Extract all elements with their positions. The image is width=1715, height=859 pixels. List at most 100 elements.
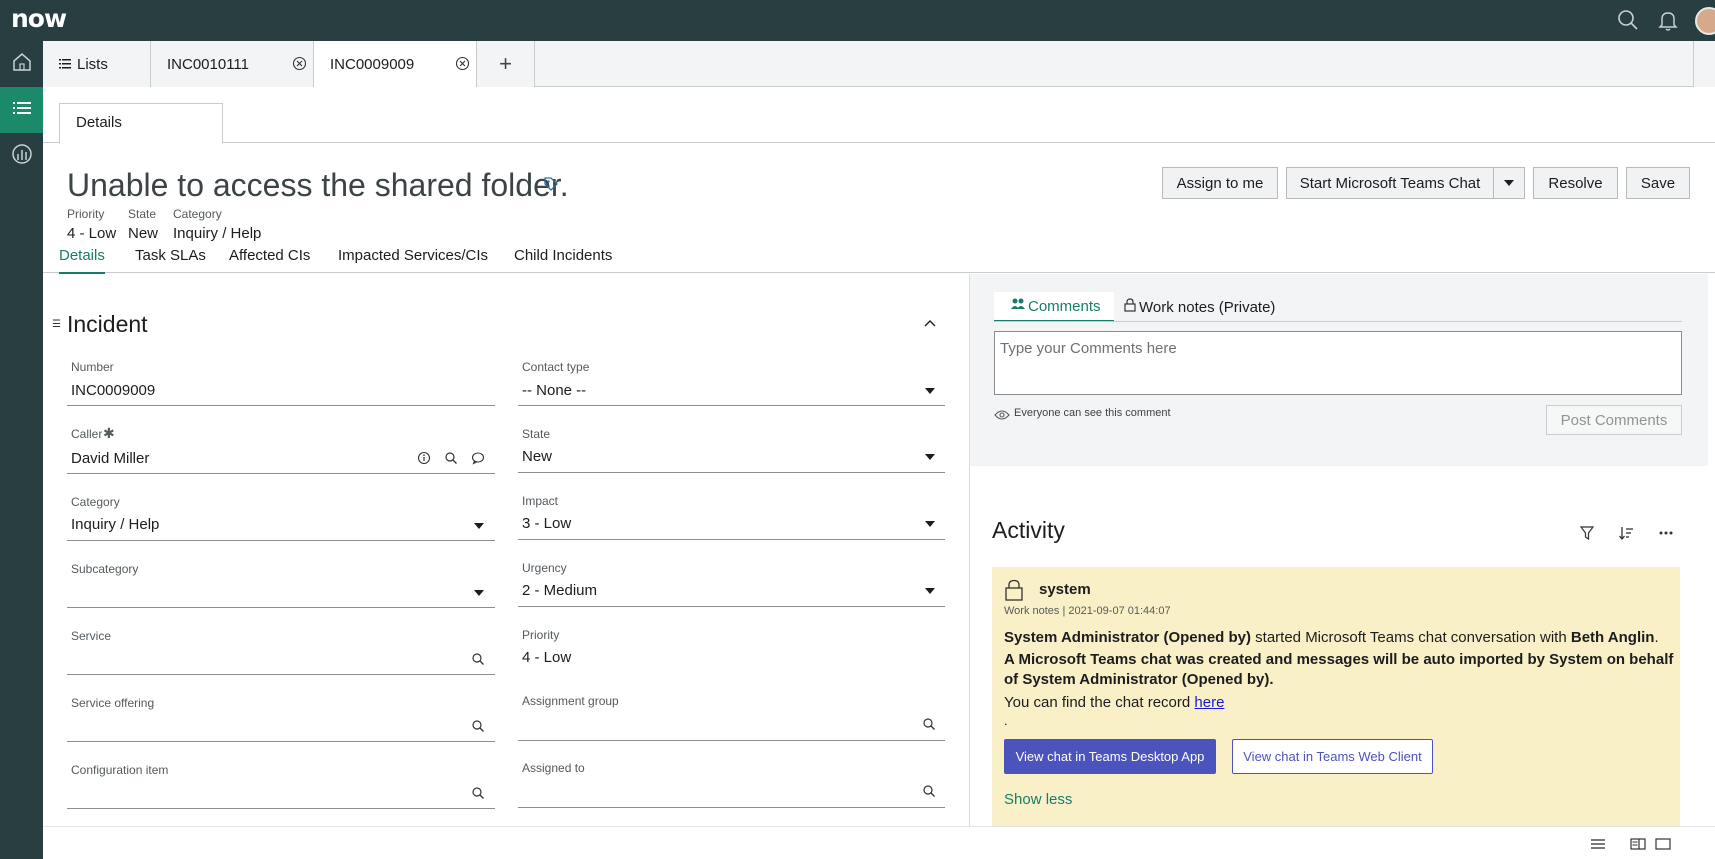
caret-down-icon[interactable] — [925, 588, 935, 594]
state-select[interactable]: New — [522, 448, 552, 465]
caret-down-icon[interactable] — [474, 523, 484, 529]
bell-icon[interactable] — [1656, 8, 1680, 32]
full-width-layout-icon[interactable] — [1655, 837, 1671, 855]
view-chat-web-button[interactable]: View chat in Teams Web Client — [1232, 739, 1433, 774]
search-icon[interactable] — [922, 717, 936, 731]
caret-down-icon[interactable] — [474, 590, 484, 596]
number-label: Number — [71, 360, 114, 374]
nav-lists[interactable] — [0, 87, 43, 133]
field-underline — [518, 405, 945, 406]
urgency-select[interactable]: 2 - Medium — [522, 582, 597, 599]
chat-bubble-icon[interactable] — [471, 451, 485, 465]
lock-icon — [1004, 579, 1024, 606]
save-button[interactable]: Save — [1626, 167, 1690, 199]
search-icon[interactable] — [1616, 8, 1640, 32]
tab-underline — [994, 321, 1682, 322]
servicenow-logo[interactable]: now — [11, 4, 67, 33]
form-tab-affected-cis[interactable]: Affected CIs — [229, 247, 310, 264]
form-tab-details[interactable]: Details — [59, 247, 105, 274]
tab-inc0010111[interactable]: INC0010111 — [151, 41, 314, 87]
post-comments-button[interactable]: Post Comments — [1546, 405, 1682, 435]
home-icon — [11, 51, 33, 78]
caret-down-icon[interactable] — [925, 521, 935, 527]
form-tab-task-slas[interactable]: Task SLAs — [135, 247, 206, 264]
chat-record-link[interactable]: here — [1194, 694, 1224, 711]
entry-type: Work notes | 2021-09-07 01:44:07 — [1004, 605, 1171, 617]
tab-details-page[interactable]: Details — [59, 103, 223, 144]
nav-home[interactable] — [0, 41, 43, 87]
service-label: Service — [71, 629, 112, 643]
more-options-icon[interactable] — [1658, 525, 1674, 546]
search-icon[interactable] — [444, 451, 458, 465]
analytics-icon — [11, 143, 33, 170]
meta-priority-label: Priority — [67, 207, 105, 221]
impact-select[interactable]: 3 - Low — [522, 515, 571, 532]
lock-icon — [1124, 298, 1136, 316]
caret-down-icon[interactable] — [925, 388, 935, 394]
tab-inc0009009[interactable]: INC0009009 — [314, 41, 477, 88]
field-underline — [67, 808, 495, 809]
caller-field[interactable]: David Miller — [71, 450, 149, 467]
filter-icon[interactable] — [1579, 525, 1595, 546]
close-tab-icon[interactable] — [292, 56, 307, 71]
form-tab-child-incidents[interactable]: Child Incidents — [514, 247, 612, 264]
top-header: now — [0, 0, 1715, 41]
priority-value: 4 - Low — [522, 649, 572, 666]
assign-to-me-button[interactable]: Assign to me — [1162, 167, 1278, 199]
meta-category-label: Category — [173, 207, 222, 221]
contact-type-label: Contact type — [522, 360, 590, 374]
user-avatar[interactable] — [1695, 7, 1715, 35]
entry-author: system — [1039, 581, 1091, 598]
teams-chat-dropdown-button[interactable] — [1493, 167, 1525, 199]
caret-down-icon[interactable] — [925, 454, 935, 460]
start-teams-chat-button[interactable]: Start Microsoft Teams Chat — [1286, 167, 1494, 199]
app-window: now Lists INC0010111 INC0009009 + Detail… — [0, 0, 1715, 859]
section-title: Incident — [67, 311, 148, 337]
tab-comments[interactable]: Comments — [994, 292, 1114, 322]
field-underline — [67, 607, 495, 608]
state-label: State — [522, 427, 551, 441]
entry-line-3: You can find the chat record here — [1004, 693, 1674, 713]
field-underline — [67, 540, 495, 541]
search-icon[interactable] — [922, 784, 936, 798]
list-icon — [11, 97, 33, 124]
form-tabs: Details Task SLAs Affected CIs Impacted … — [43, 235, 1715, 274]
tab-work-notes[interactable]: Work notes (Private) — [1124, 292, 1275, 322]
resolve-button[interactable]: Resolve — [1533, 167, 1618, 199]
participant-name: Beth Anglin — [1570, 629, 1655, 646]
activity-title: Activity — [992, 517, 1065, 543]
form-tab-impacted-services[interactable]: Impacted Services/CIs — [338, 247, 488, 264]
close-tab-icon[interactable] — [455, 56, 470, 71]
workspace-tab-bar: Lists INC0010111 INC0009009 + — [43, 41, 1715, 88]
number-field[interactable]: INC0009009 — [71, 382, 155, 399]
search-icon[interactable] — [471, 719, 485, 733]
service-offering-label: Service offering — [71, 696, 155, 710]
tag-icon[interactable] — [543, 176, 559, 197]
search-icon[interactable] — [471, 652, 485, 666]
entry-type-label: Work notes — [1004, 605, 1060, 617]
show-less-link[interactable]: Show less — [1004, 791, 1072, 808]
comments-panel: Comments Work notes (Private) Type your … — [970, 274, 1708, 466]
record-workspace: Details Unable to access the shared fold… — [43, 87, 1715, 859]
info-icon[interactable] — [417, 451, 431, 465]
field-underline — [518, 539, 945, 540]
contact-type-select[interactable]: -- None -- — [522, 382, 586, 399]
category-label: Category — [71, 495, 120, 509]
chevron-up-icon[interactable] — [923, 315, 937, 333]
comments-textarea[interactable]: Type your Comments here — [994, 331, 1682, 395]
split-layout-icon[interactable] — [1630, 837, 1646, 855]
tab-comments-label: Comments — [1028, 297, 1101, 315]
category-select[interactable]: Inquiry / Help — [71, 516, 159, 533]
entry-line-1: System Administrator (Opened by) started… — [1004, 628, 1674, 648]
single-column-layout-icon[interactable] — [1590, 837, 1606, 855]
tab-lists[interactable]: Lists — [43, 41, 151, 87]
search-icon[interactable] — [471, 786, 485, 800]
bottom-layout-bar — [43, 826, 1715, 859]
drag-handle-icon[interactable]: ☰ — [52, 319, 61, 330]
add-tab-button[interactable]: + — [477, 41, 535, 87]
nav-analytics[interactable] — [0, 133, 43, 179]
sort-icon[interactable] — [1618, 525, 1634, 546]
configuration-item-label: Configuration item — [71, 763, 169, 777]
view-chat-desktop-button[interactable]: View chat in Teams Desktop App — [1004, 739, 1216, 774]
entry-dot: . — [1004, 713, 1008, 728]
